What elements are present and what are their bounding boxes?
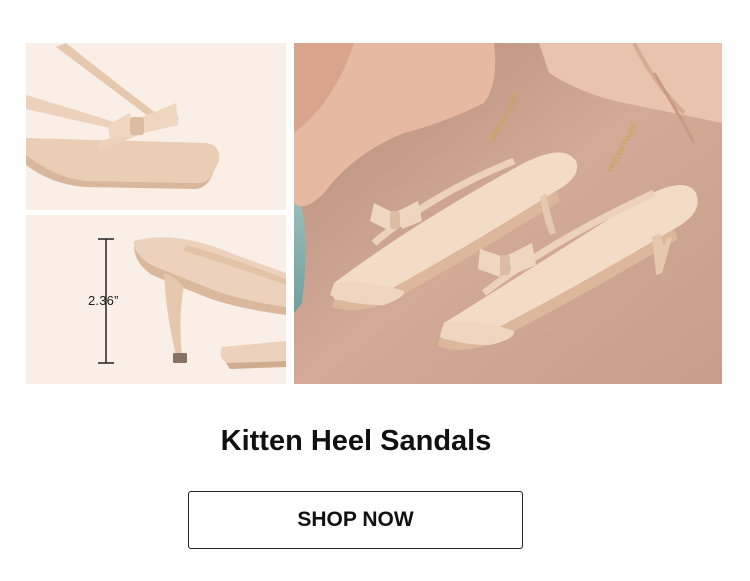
sandal-toe-closeup-icon xyxy=(26,43,286,210)
sandal-heel-closeup-icon xyxy=(26,215,286,384)
heel-detail-image: 2.36” xyxy=(26,215,286,384)
toe-detail-image xyxy=(26,43,286,210)
shop-now-button[interactable]: SHOP NOW xyxy=(188,491,523,549)
product-title: Kitten Heel Sandals xyxy=(220,425,492,457)
sandals-lifestyle-photo-icon: DREAM PAIRS DREAM PAIRS xyxy=(294,43,722,384)
lifestyle-image: DREAM PAIRS DREAM PAIRS xyxy=(294,43,722,384)
shop-now-label: SHOP NOW xyxy=(297,508,414,531)
heel-height-label: 2.36” xyxy=(88,293,119,308)
